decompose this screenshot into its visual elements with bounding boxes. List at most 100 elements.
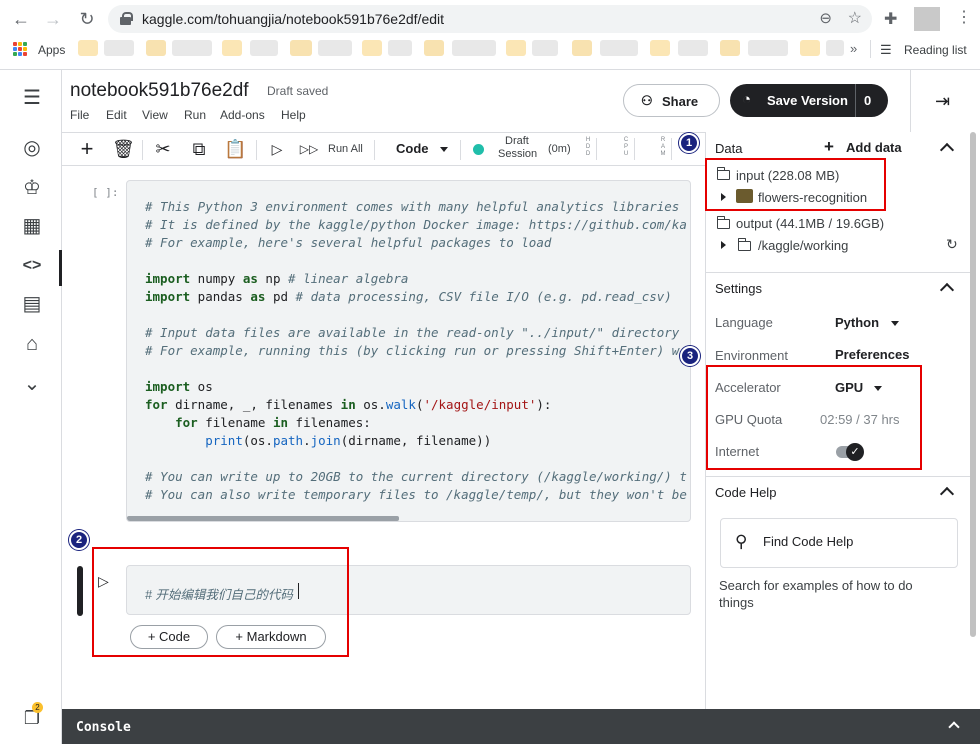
bookmark-blurred[interactable]: [362, 40, 382, 56]
save-version-button[interactable]: ◔ Save Version 0: [730, 84, 888, 117]
reading-list-label[interactable]: Reading list: [904, 43, 967, 57]
history-icon: ◔: [742, 91, 752, 108]
profile-avatar[interactable]: [914, 7, 940, 31]
ram-meter-label: RAM: [660, 137, 666, 157]
bookmark-blurred[interactable]: [424, 40, 444, 56]
chevron-up-icon[interactable]: [948, 721, 960, 733]
reload-icon[interactable]: ↻: [76, 8, 98, 30]
menu-addons[interactable]: Add-ons: [220, 108, 265, 122]
working-dir-label[interactable]: /kaggle/working: [758, 238, 848, 253]
star-icon[interactable]: ☆: [848, 8, 862, 28]
bookmark-blurred[interactable]: [104, 40, 134, 56]
bookmark-blurred[interactable]: [600, 40, 638, 56]
code-line: # You can also write temporary files to …: [145, 487, 687, 502]
plus-icon[interactable]: +: [824, 137, 834, 157]
copy-icon[interactable]: ⧉: [188, 138, 210, 160]
zoom-icon[interactable]: ⊖: [819, 9, 832, 27]
menu-file[interactable]: File: [70, 108, 89, 122]
notebook-title[interactable]: notebook591b76e2df: [70, 80, 249, 102]
compass-icon[interactable]: ◎: [20, 136, 44, 160]
code-cell[interactable]: # This Python 3 environment comes with m…: [126, 180, 691, 522]
bookmark-blurred[interactable]: [452, 40, 496, 56]
browser-menu-icon[interactable]: ⋮: [956, 7, 972, 27]
bookmark-blurred[interactable]: [748, 40, 788, 56]
console-bar[interactable]: Console: [62, 709, 980, 744]
chevron-down-icon[interactable]: ⌄: [20, 372, 44, 396]
bookmark-blurred[interactable]: [290, 40, 312, 56]
code-line: # Input data files are available in the …: [145, 325, 680, 340]
run-all-icon[interactable]: ▷▷: [298, 138, 320, 160]
learn-icon[interactable]: ⌂: [20, 332, 44, 356]
annotation-box-1: [705, 158, 886, 211]
menu-run[interactable]: Run: [184, 108, 206, 122]
divider: [706, 476, 971, 477]
bookmark-blurred[interactable]: [78, 40, 98, 56]
more-bookmarks-icon[interactable]: »: [850, 41, 857, 56]
divider: [142, 140, 143, 160]
lock-icon: [120, 12, 133, 25]
find-code-help-button[interactable]: ⚲ Find Code Help: [720, 518, 958, 568]
refresh-icon[interactable]: ↻: [946, 236, 958, 253]
code-line: # For example, running this (by clicking…: [145, 343, 680, 358]
add-cell-icon[interactable]: +: [76, 138, 98, 160]
browser-chrome: ← → ↻ kaggle.com/tohuangjia/notebook591b…: [0, 0, 980, 70]
share-button[interactable]: ⚇ Share: [623, 84, 720, 117]
chevron-down-icon[interactable]: [440, 147, 448, 152]
menu-help[interactable]: Help: [281, 108, 306, 122]
trophy-icon[interactable]: ♔: [20, 176, 44, 200]
bookmark-blurred[interactable]: [720, 40, 740, 56]
collapse-panel-icon[interactable]: ⇥: [910, 70, 974, 132]
bookmark-blurred[interactable]: [826, 40, 844, 56]
table-icon[interactable]: ▦: [20, 214, 44, 238]
bookmark-blurred[interactable]: [572, 40, 592, 56]
annotation-badge-2: 2: [69, 530, 89, 550]
bookmark-blurred[interactable]: [222, 40, 242, 56]
run-cell-icon[interactable]: ▷: [266, 138, 288, 160]
apps-label[interactable]: Apps: [38, 43, 65, 57]
expand-arrow-icon[interactable]: [721, 241, 726, 249]
divider: [671, 138, 672, 160]
back-icon[interactable]: ←: [10, 8, 32, 30]
code-line: import numpy as np # linear algebra: [145, 271, 409, 286]
add-data-button[interactable]: Add data: [846, 140, 902, 155]
address-bar[interactable]: kaggle.com/tohuangjia/notebook591b76e2df…: [108, 5, 872, 33]
chevron-up-icon[interactable]: [939, 282, 955, 298]
annotation-box-3: [706, 365, 922, 470]
output-folder-label[interactable]: output (44.1MB / 19.6GB): [736, 216, 884, 231]
notification-count-badge: 2: [32, 702, 43, 713]
environment-preferences-link[interactable]: Preferences: [835, 347, 909, 362]
bookmark-blurred[interactable]: [800, 40, 820, 56]
bookmark-blurred[interactable]: [506, 40, 526, 56]
discussion-icon[interactable]: ▤: [20, 292, 44, 316]
cut-icon[interactable]: ✂: [152, 138, 174, 160]
bookmark-blurred[interactable]: [250, 40, 278, 56]
chevron-up-icon[interactable]: [939, 486, 955, 502]
menu-edit[interactable]: Edit: [106, 108, 127, 122]
bookmark-blurred[interactable]: [146, 40, 166, 56]
hamburger-menu-icon[interactable]: ☰: [20, 86, 44, 110]
bookmark-blurred[interactable]: [318, 40, 352, 56]
bookmark-blurred[interactable]: [650, 40, 670, 56]
cell-type-select[interactable]: Code: [396, 141, 429, 156]
divider: [634, 138, 635, 160]
right-panel-scrollbar[interactable]: [970, 132, 976, 637]
horizontal-scrollbar[interactable]: [127, 516, 399, 521]
chevron-down-icon[interactable]: [891, 321, 899, 326]
code-line: print(os.path.join(dirname, filename)): [205, 433, 492, 448]
extensions-icon[interactable]: ✚: [884, 9, 897, 29]
paste-icon[interactable]: 📋: [224, 138, 246, 160]
bookmark-blurred[interactable]: [532, 40, 558, 56]
annotation-badge-1: 1: [679, 133, 699, 153]
menu-view[interactable]: View: [142, 108, 168, 122]
bookmark-blurred[interactable]: [678, 40, 708, 56]
chevron-up-icon[interactable]: [939, 142, 955, 158]
language-select[interactable]: Python: [835, 315, 879, 330]
bookmark-blurred[interactable]: [388, 40, 412, 56]
apps-icon[interactable]: [13, 42, 27, 56]
run-all-label[interactable]: Run All: [328, 143, 363, 155]
code-icon[interactable]: <>: [20, 254, 44, 278]
code-line: # For example, here's several helpful pa…: [145, 235, 552, 250]
forward-icon[interactable]: →: [42, 8, 64, 30]
bookmark-blurred[interactable]: [172, 40, 212, 56]
trash-icon[interactable]: 🗑: [112, 138, 135, 160]
